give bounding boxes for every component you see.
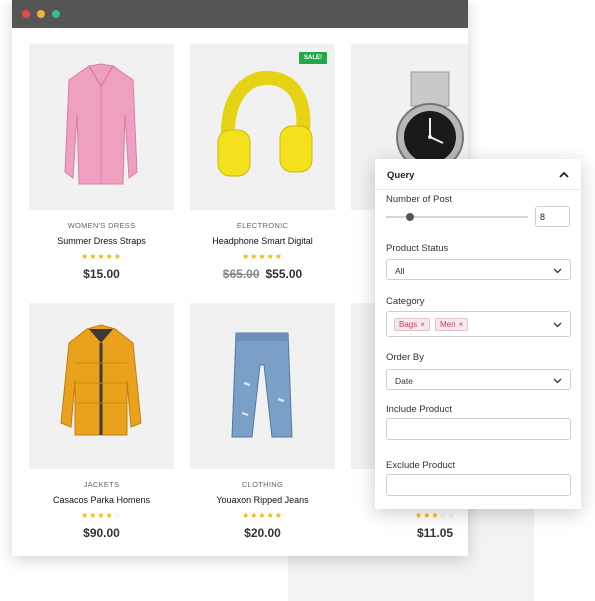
product-category: WOMEN'S DRESS (67, 221, 136, 230)
product-name[interactable]: Summer Dress Straps (29, 236, 174, 248)
number-of-post-input[interactable]: 8 (535, 206, 570, 227)
product-price: $11.05 (351, 526, 468, 541)
product-category: CLOTHING (241, 480, 284, 489)
rating-stars: ★★★★★ (29, 252, 174, 262)
title-bar (12, 0, 468, 28)
star-icon: ☆ (439, 511, 448, 520)
close-dot-icon[interactable] (22, 10, 30, 18)
price-current: $11.05 (417, 526, 454, 540)
product-price: $20.00 (190, 526, 335, 541)
product-category: ELECTRONIC (236, 221, 289, 230)
price-current: $15.00 (83, 267, 120, 281)
star-icon: ★ (431, 511, 440, 520)
star-icon: ★ (242, 252, 251, 261)
price-current: $90.00 (83, 526, 120, 540)
minimize-dot-icon[interactable] (37, 10, 45, 18)
order-by-select[interactable]: Date (386, 369, 571, 390)
star-icon: ★ (105, 252, 114, 261)
star-icon: ★ (105, 511, 114, 520)
rating-stars: ★★★★★ (190, 511, 335, 521)
chevron-down-icon (553, 378, 562, 384)
product-status-value: All (395, 266, 405, 276)
star-icon: ★ (81, 511, 90, 520)
star-icon: ★ (81, 252, 90, 261)
star-icon: ★ (415, 511, 424, 520)
star-icon: ★ (274, 252, 283, 261)
exclude-product-label: Exclude Product (386, 460, 456, 471)
category-label: Category (386, 296, 425, 307)
star-icon: ★ (266, 511, 275, 520)
rating-stars: ★★★☆☆ (351, 511, 468, 521)
include-product-label: Include Product (386, 404, 453, 415)
price-old: $65.00 (222, 267, 260, 281)
product-image[interactable] (29, 303, 174, 469)
category-tag[interactable]: Men × (435, 318, 469, 331)
order-by-value: Date (395, 376, 413, 386)
sale-badge: SALE! (299, 52, 327, 64)
category-multiselect[interactable]: Bags × Men × (386, 311, 571, 337)
category-tag-label: Bags (399, 320, 418, 329)
star-icon: ★ (258, 511, 267, 520)
rating-stars: ★★★★★ (190, 252, 335, 262)
maximize-dot-icon[interactable] (52, 10, 60, 18)
product-name[interactable]: Headphone Smart Digital (190, 236, 335, 248)
star-icon: ★ (258, 252, 267, 261)
category-tag[interactable]: Bags × (394, 318, 430, 331)
product-name[interactable]: Casacos Parka Homens (29, 495, 174, 507)
product-status-label: Product Status (386, 243, 449, 254)
remove-tag-icon[interactable]: × (420, 320, 425, 329)
category-tag-label: Men (440, 320, 456, 329)
product-card[interactable]: CLOTHING Youaxon Ripped Jeans ★★★★★ $20.… (190, 303, 335, 541)
order-by-label: Order By (386, 352, 425, 363)
product-price: $90.00 (29, 526, 174, 541)
product-card[interactable]: JACKETS Casacos Parka Homens ★★★★☆ $90.0… (29, 303, 174, 541)
product-price: $15.00 (29, 267, 174, 282)
product-status-select[interactable]: All (386, 259, 571, 280)
product-image[interactable] (190, 303, 335, 469)
panel-header[interactable]: Query (375, 159, 581, 190)
star-icon: ★ (113, 252, 122, 261)
star-icon: ☆ (113, 511, 122, 520)
star-icon: ☆ (447, 511, 456, 520)
star-icon: ★ (266, 252, 275, 261)
price-current: $55.00 (265, 267, 303, 281)
exclude-product-input[interactable] (386, 474, 571, 496)
include-product-input[interactable] (386, 418, 571, 440)
remove-tag-icon[interactable]: × (459, 320, 464, 329)
product-card[interactable]: WOMEN'S DRESS Summer Dress Straps ★★★★★ … (29, 44, 174, 282)
star-icon: ★ (97, 252, 106, 261)
product-image[interactable] (29, 44, 174, 210)
chevron-up-icon[interactable] (557, 168, 571, 182)
price-current: $20.00 (244, 526, 281, 540)
panel-title: Query (387, 170, 415, 181)
chevron-down-icon (553, 322, 562, 328)
product-image[interactable]: SALE! (190, 44, 335, 210)
star-icon: ★ (97, 511, 106, 520)
slider-handle[interactable] (406, 213, 414, 221)
rating-stars: ★★★★☆ (29, 511, 174, 521)
product-category: JACKETS (83, 480, 120, 489)
product-price: $65.00 $55.00 (190, 267, 335, 282)
chevron-down-icon (553, 268, 562, 274)
number-of-post-label: Number of Post (386, 194, 452, 205)
star-icon: ★ (274, 511, 283, 520)
product-name[interactable]: Youaxon Ripped Jeans (190, 495, 335, 507)
product-card[interactable]: SALE! ELECTRONIC Headphone Smart Digital… (190, 44, 335, 282)
star-icon: ★ (242, 511, 251, 520)
